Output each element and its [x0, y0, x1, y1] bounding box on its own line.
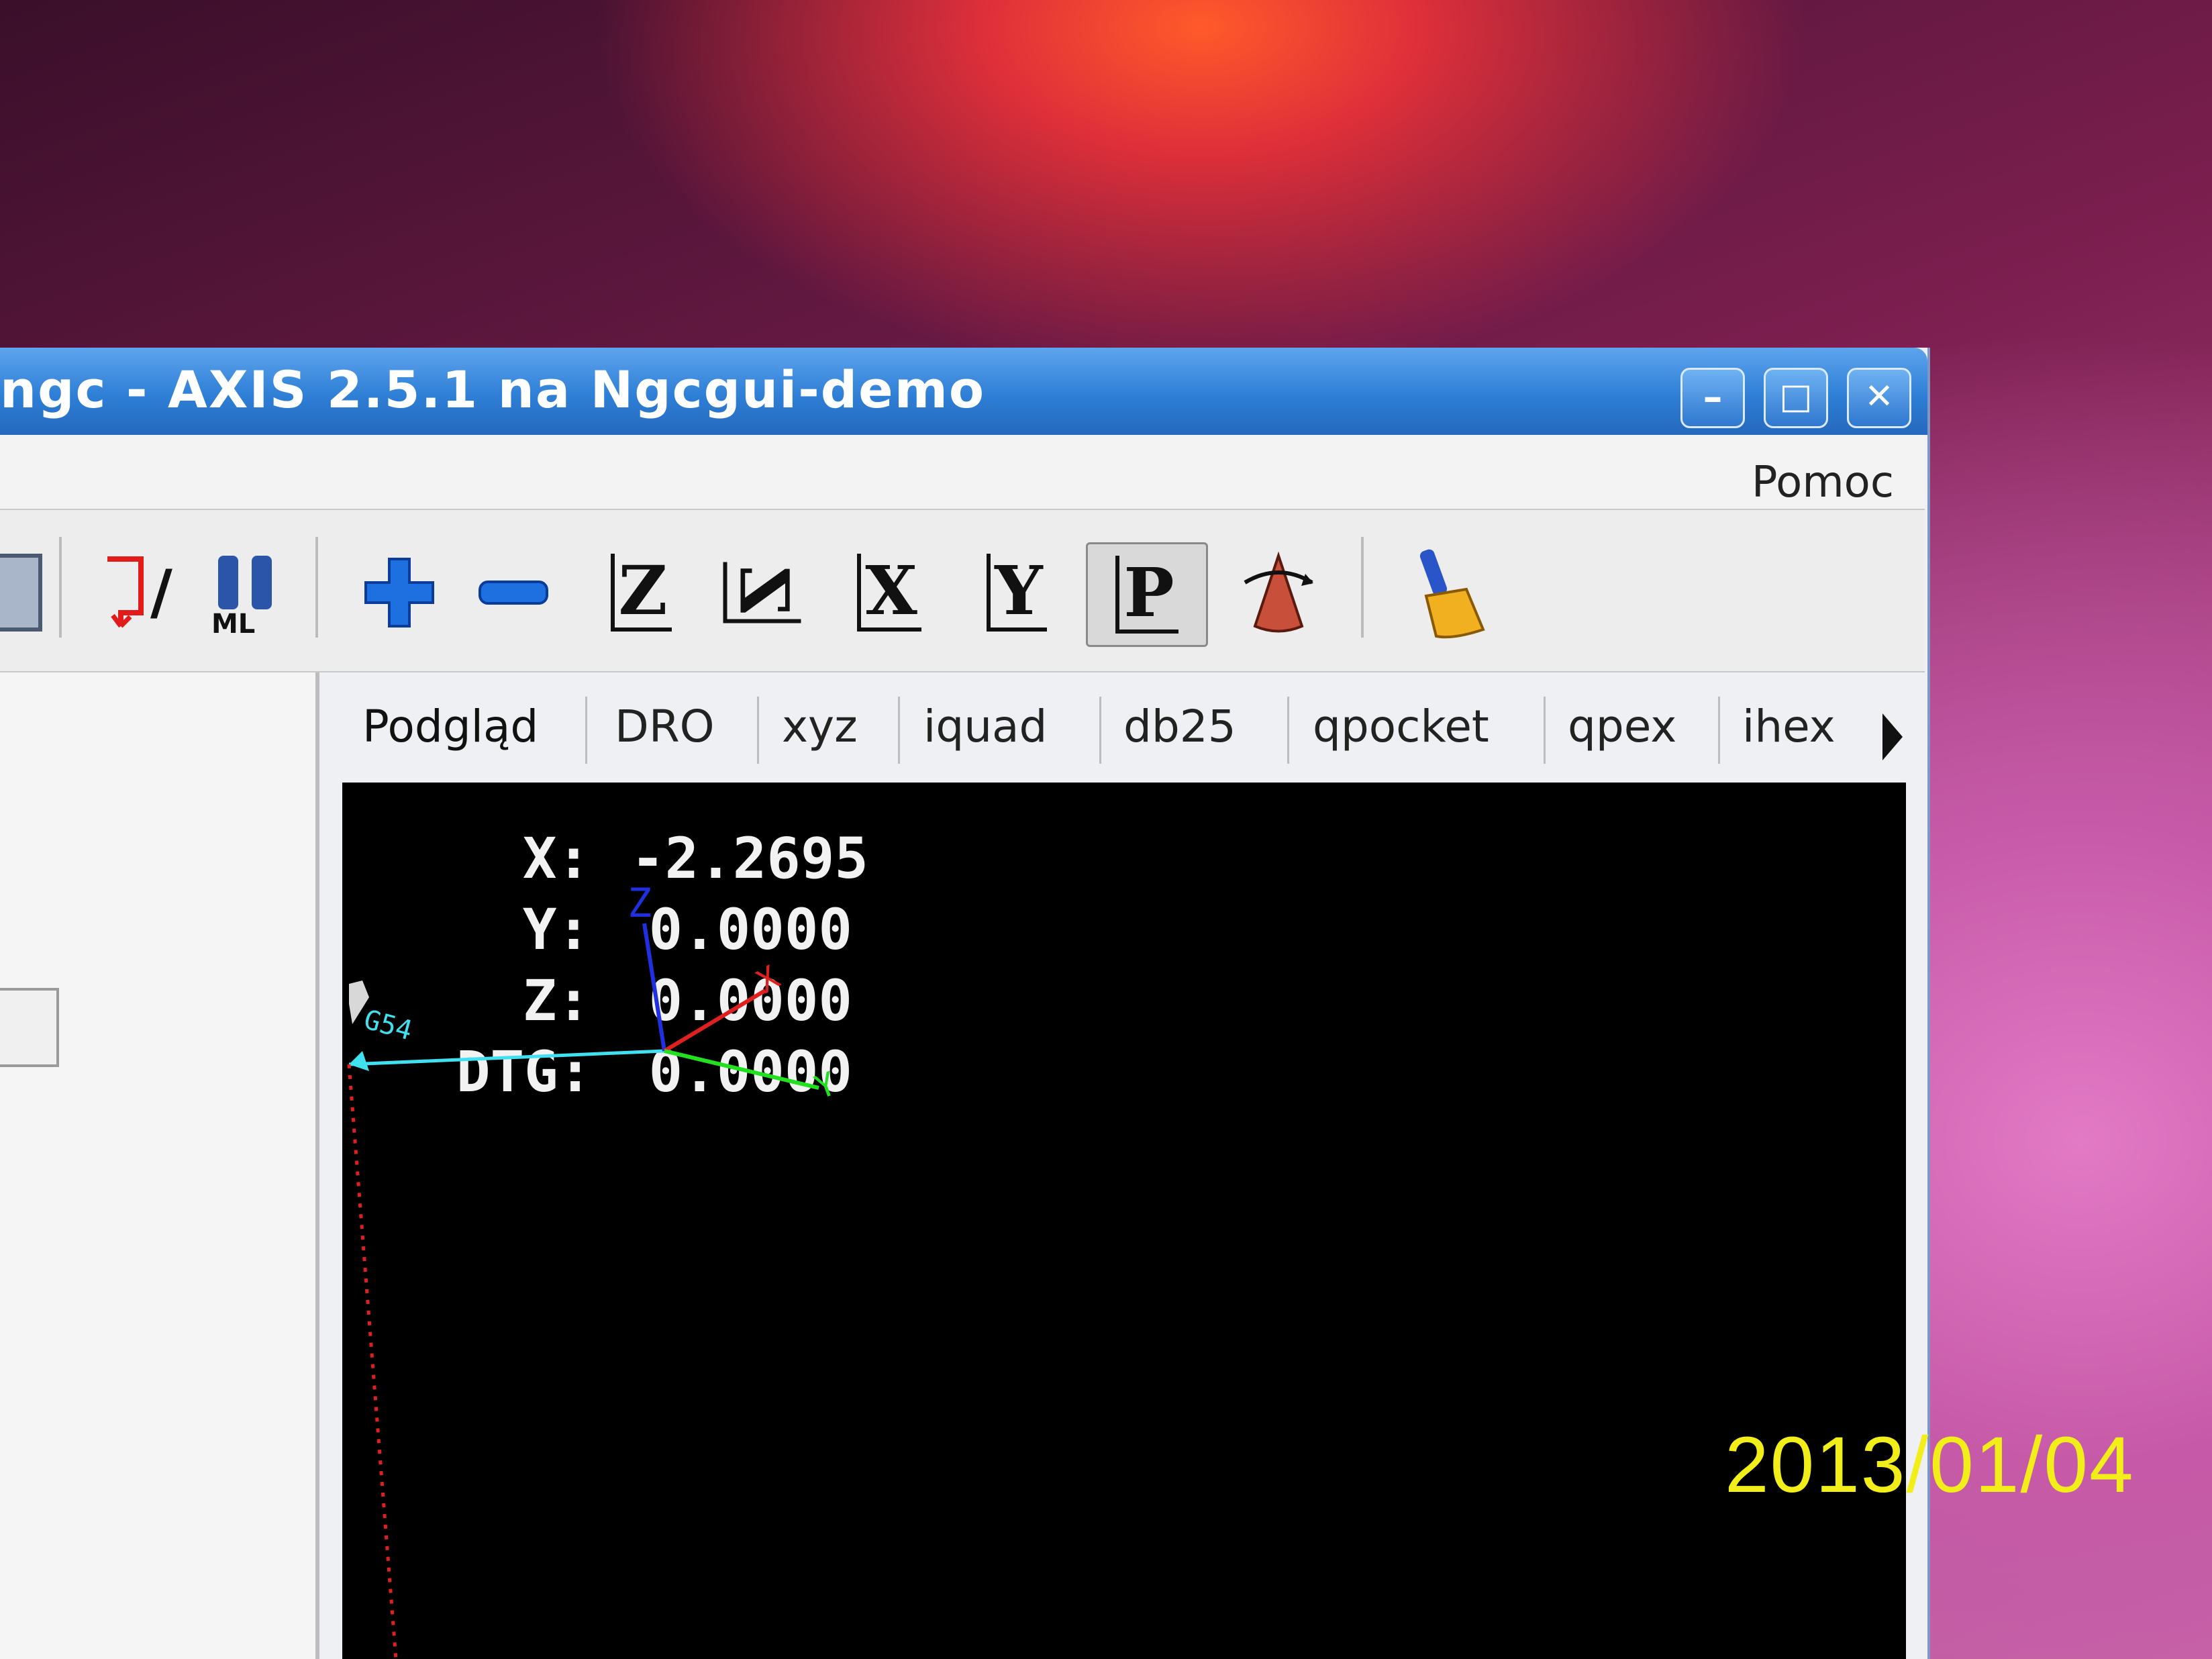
left-panel-button[interactable]	[0, 988, 59, 1067]
tab-xyz[interactable]: xyz	[782, 690, 858, 764]
minimize-button[interactable]: –	[1680, 368, 1745, 428]
view-z-label: Z	[610, 554, 672, 632]
view-z-icon[interactable]: Z	[591, 542, 691, 643]
skip-lines-label: /	[150, 557, 172, 627]
rotate-view-icon[interactable]	[1228, 542, 1329, 643]
view-y-icon[interactable]: Y	[966, 542, 1067, 643]
camera-date-stamp: 2013/01/04	[1725, 1421, 2135, 1509]
origin-axes: Z X Y	[627, 880, 841, 1107]
optional-stop-icon[interactable]: ML	[195, 542, 295, 643]
optional-stop-label: ML	[211, 609, 255, 640]
program-icon[interactable]	[0, 542, 60, 643]
menu-bar: Pomoc	[0, 435, 1925, 510]
view-rotated-z-label: Z	[723, 562, 803, 623]
x-axis-line	[663, 989, 766, 1053]
zoom-in-icon[interactable]	[349, 542, 450, 643]
tab-dro[interactable]: DRO	[615, 690, 715, 764]
z-axis-label: Z	[627, 880, 652, 927]
title-bar[interactable]: ngc - AXIS 2.5.1 na Ngcgui-demo – □ ✕	[0, 348, 1927, 435]
coordinate-system-label: G54	[360, 1004, 415, 1046]
clear-backplot-icon[interactable]	[1396, 542, 1497, 643]
view-perspective-label: P	[1115, 556, 1178, 634]
preview-canvas[interactable]: X: -2.2695 Y: 0.0000 Z: 0.0000 DTG: 0.00…	[342, 783, 1906, 1659]
left-control-panel	[0, 672, 319, 1659]
tab-iquad[interactable]: iquad	[923, 690, 1047, 764]
tab-scroll-right-icon[interactable]	[1879, 710, 1906, 764]
toggle-skip-lines-icon[interactable]: /	[87, 542, 188, 643]
axis-window: ngc - AXIS 2.5.1 na Ngcgui-demo – □ ✕ Po…	[0, 348, 1930, 1659]
view-y-label: Y	[987, 554, 1047, 632]
axes-plot: G54 Z X Y	[347, 880, 841, 1659]
view-x-label: X	[857, 554, 921, 632]
close-button[interactable]: ✕	[1847, 368, 1911, 428]
z-axis-line	[642, 923, 666, 1052]
view-perspective-icon[interactable]: P	[1086, 542, 1208, 647]
menu-help[interactable]: Pomoc	[1752, 458, 1894, 507]
tab-bar: Podgląd DRO xyz iquad db25 qpocket qpex …	[336, 690, 1919, 764]
view-x-icon[interactable]: X	[839, 542, 940, 643]
rapid-path	[347, 1064, 398, 1659]
y-axis-label: Y	[810, 1065, 841, 1107]
maximize-button[interactable]: □	[1764, 368, 1828, 428]
toolpath: G54	[347, 981, 665, 1659]
tab-ihex[interactable]: ihex	[1742, 690, 1836, 764]
tab-db25[interactable]: db25	[1123, 690, 1236, 764]
view-rotated-z-icon[interactable]: Z	[711, 542, 812, 643]
y-axis-line	[664, 1049, 819, 1090]
feed-path	[348, 1049, 665, 1066]
toolbar: / ML Z Z X Y P	[0, 510, 1925, 672]
window-title: ngc - AXIS 2.5.1 na Ngcgui-demo	[0, 360, 986, 419]
tab-qpex[interactable]: qpex	[1568, 690, 1676, 764]
zoom-out-icon[interactable]	[463, 542, 564, 643]
origin-marker	[349, 1051, 369, 1071]
tab-qpocket[interactable]: qpocket	[1313, 690, 1489, 764]
tab-podglad[interactable]: Podgląd	[362, 690, 538, 764]
